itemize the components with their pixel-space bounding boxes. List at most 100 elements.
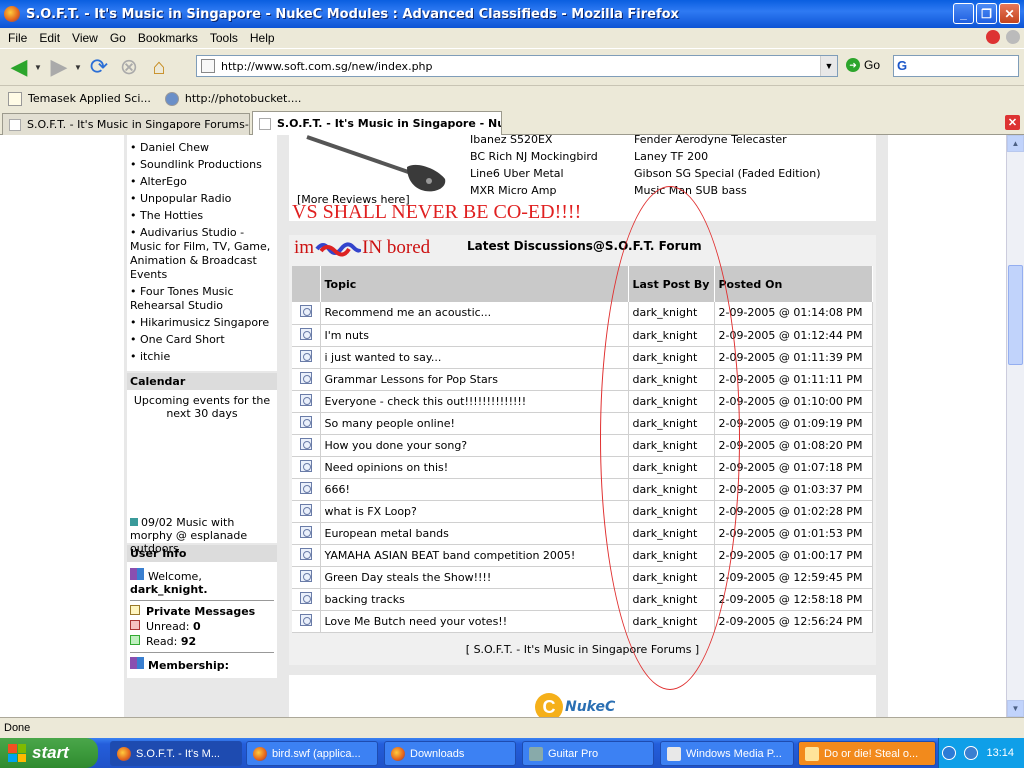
last-post-author[interactable]: dark_knight (628, 522, 715, 545)
last-post-author[interactable]: dark_knight (628, 478, 715, 501)
topic-link[interactable]: what is FX Loop? (320, 500, 629, 523)
last-post-author[interactable]: dark_knight (628, 566, 715, 589)
last-post-author[interactable]: dark_knight (628, 302, 715, 325)
menu-bookmarks[interactable]: Bookmarks (132, 31, 204, 45)
sidebar-link[interactable]: • Four Tones Music Rehearsal Studio (130, 285, 274, 313)
topic-link[interactable]: YAMAHA ASIAN BEAT band competition 2005! (320, 544, 629, 567)
review-link[interactable]: Ibanez S520EX (470, 131, 598, 148)
last-post-author[interactable]: dark_knight (628, 500, 715, 523)
forward-button[interactable]: ▶ (44, 52, 74, 82)
username[interactable]: dark_knight. (130, 583, 274, 596)
menu-file[interactable]: File (2, 31, 33, 45)
nukec-logo-text: NukeC (565, 699, 616, 715)
review-link[interactable]: Fender Aerodyne Telecaster (634, 131, 821, 148)
tab-forums[interactable]: S.O.F.T. - It's Music in Singapore Forum… (2, 113, 250, 135)
topic-link[interactable]: Love Me Butch need your votes!! (320, 610, 629, 633)
menu-tools[interactable]: Tools (204, 31, 244, 45)
home-button[interactable]: ⌂ (144, 52, 174, 82)
taskbar-item[interactable]: Guitar Pro (522, 741, 654, 766)
review-link[interactable]: Music Man SUB bass (634, 182, 821, 199)
go-button[interactable]: ➜ Go (846, 58, 880, 72)
tray-arrow-icon[interactable] (942, 746, 957, 760)
review-link[interactable]: Line6 Uber Metal (470, 165, 598, 182)
taskbar-item[interactable]: Windows Media P... (660, 741, 794, 766)
sidebar-link[interactable]: • Soundlink Productions (130, 158, 274, 172)
window-titlebar[interactable]: S.O.F.T. - It's Music in Singapore - Nuk… (0, 0, 1024, 28)
stop-button[interactable]: ⊗ (114, 52, 144, 82)
sidebar-link[interactable]: • Unpopular Radio (130, 192, 274, 206)
topic-link[interactable]: Grammar Lessons for Pop Stars (320, 368, 629, 391)
stop-update-icon[interactable] (986, 30, 1000, 44)
vertical-scrollbar[interactable]: ▲ ▼ (1006, 135, 1024, 717)
last-post-author[interactable]: dark_knight (628, 544, 715, 567)
topic-link[interactable]: I'm nuts (320, 324, 629, 347)
start-button[interactable]: start (0, 738, 98, 768)
menu-view[interactable]: View (66, 31, 104, 45)
membership-icon (130, 657, 144, 669)
taskbar-item[interactable]: Downloads (384, 741, 516, 766)
last-post-author[interactable]: dark_knight (628, 368, 715, 391)
topic-link[interactable]: Recommend me an acoustic... (320, 302, 629, 325)
last-post-author[interactable]: dark_knight (628, 390, 715, 413)
sidebar-link[interactable]: • AlterEgo (130, 175, 274, 189)
url-dropdown-icon[interactable]: ▼ (820, 56, 837, 76)
menu-help[interactable]: Help (244, 31, 281, 45)
topic-link[interactable]: European metal bands (320, 522, 629, 545)
last-post-author[interactable]: dark_knight (628, 324, 715, 347)
table-header-row: Topic Last Post By Posted On (292, 266, 873, 302)
topic-link[interactable]: backing tracks (320, 588, 629, 611)
topic-link[interactable]: 666! (320, 478, 629, 501)
guitar-pro-icon (529, 746, 543, 761)
google-search-icon[interactable]: G (897, 58, 907, 73)
review-link[interactable]: Gibson SG Special (Faded Edition) (634, 165, 821, 182)
last-post-author[interactable]: dark_knight (628, 412, 715, 435)
review-link[interactable]: BC Rich NJ Mockingbird (470, 148, 598, 165)
topic-link[interactable]: So many people online! (320, 412, 629, 435)
sidebar-link[interactable]: • Daniel Chew (130, 141, 274, 155)
forward-history-dropdown-icon[interactable]: ▼ (74, 63, 84, 72)
back-history-dropdown-icon[interactable]: ▼ (34, 63, 44, 72)
taskbar-item[interactable]: bird.swf (applica... (246, 741, 378, 766)
minimize-button[interactable]: _ (953, 3, 974, 24)
search-input[interactable]: G (893, 55, 1019, 77)
sidebar-link[interactable]: • The Hotties (130, 209, 274, 223)
sidebar-link[interactable]: • One Card Short (130, 333, 274, 347)
sidebar-link[interactable]: • itchie (130, 350, 274, 364)
tab-classifieds[interactable]: S.O.F.T. - It's Music in Singapore - Nuk… (252, 111, 502, 135)
menu-edit[interactable]: Edit (33, 31, 66, 45)
forum-link-text[interactable]: S.O.F.T. - It's Music in Singapore Forum… (474, 643, 692, 656)
last-post-author[interactable]: dark_knight (628, 434, 715, 457)
scroll-up-icon[interactable]: ▲ (1007, 135, 1024, 152)
close-window-button[interactable]: ✕ (999, 3, 1020, 24)
calendar-event[interactable]: 09/02 Music with morphy @ esplanade outd… (130, 516, 277, 555)
topic-link[interactable]: Everyone - check this out!!!!!!!!!!!!!! (320, 390, 629, 413)
url-text[interactable]: http://www.soft.com.sg/new/index.php (221, 60, 433, 73)
bookmark-item[interactable]: http://photobucket.... (164, 91, 301, 106)
close-tab-button[interactable]: ✕ (1005, 115, 1020, 130)
last-post-author[interactable]: dark_knight (628, 588, 715, 611)
last-post-author[interactable]: dark_knight (628, 610, 715, 633)
last-post-author[interactable]: dark_knight (628, 346, 715, 369)
bookmark-item[interactable]: Temasek Applied Sci... (8, 91, 151, 106)
review-link[interactable]: MXR Micro Amp (470, 182, 598, 199)
sidebar-link[interactable]: • Audivarius Studio - Music for Film, TV… (130, 226, 274, 282)
topic-link[interactable]: i just wanted to say... (320, 346, 629, 369)
taskbar-item[interactable]: S.O.F.T. - It's M... (110, 741, 242, 766)
scroll-thumb[interactable] (1008, 265, 1023, 365)
reload-button[interactable]: ⟳ (84, 52, 114, 82)
back-button[interactable]: ◀ (4, 52, 34, 82)
forum-link[interactable]: [ S.O.F.T. - It's Music in Singapore For… (289, 643, 876, 656)
sidebar-link[interactable]: • Hikarimusicz Singapore (130, 316, 274, 330)
tray-network-icon[interactable] (964, 746, 979, 760)
topic-link[interactable]: How you done your song? (320, 434, 629, 457)
private-messages-link[interactable]: Private Messages (146, 605, 255, 618)
menu-go[interactable]: Go (104, 31, 132, 45)
scroll-down-icon[interactable]: ▼ (1007, 700, 1024, 717)
restore-button[interactable]: ❐ (976, 3, 997, 24)
taskbar-item[interactable]: Do or die! Steal o... (798, 741, 936, 766)
url-bar[interactable]: http://www.soft.com.sg/new/index.php ▼ (196, 55, 838, 77)
topic-link[interactable]: Green Day steals the Show!!!! (320, 566, 629, 589)
review-link[interactable]: Laney TF 200 (634, 148, 821, 165)
last-post-author[interactable]: dark_knight (628, 456, 715, 479)
topic-link[interactable]: Need opinions on this! (320, 456, 629, 479)
